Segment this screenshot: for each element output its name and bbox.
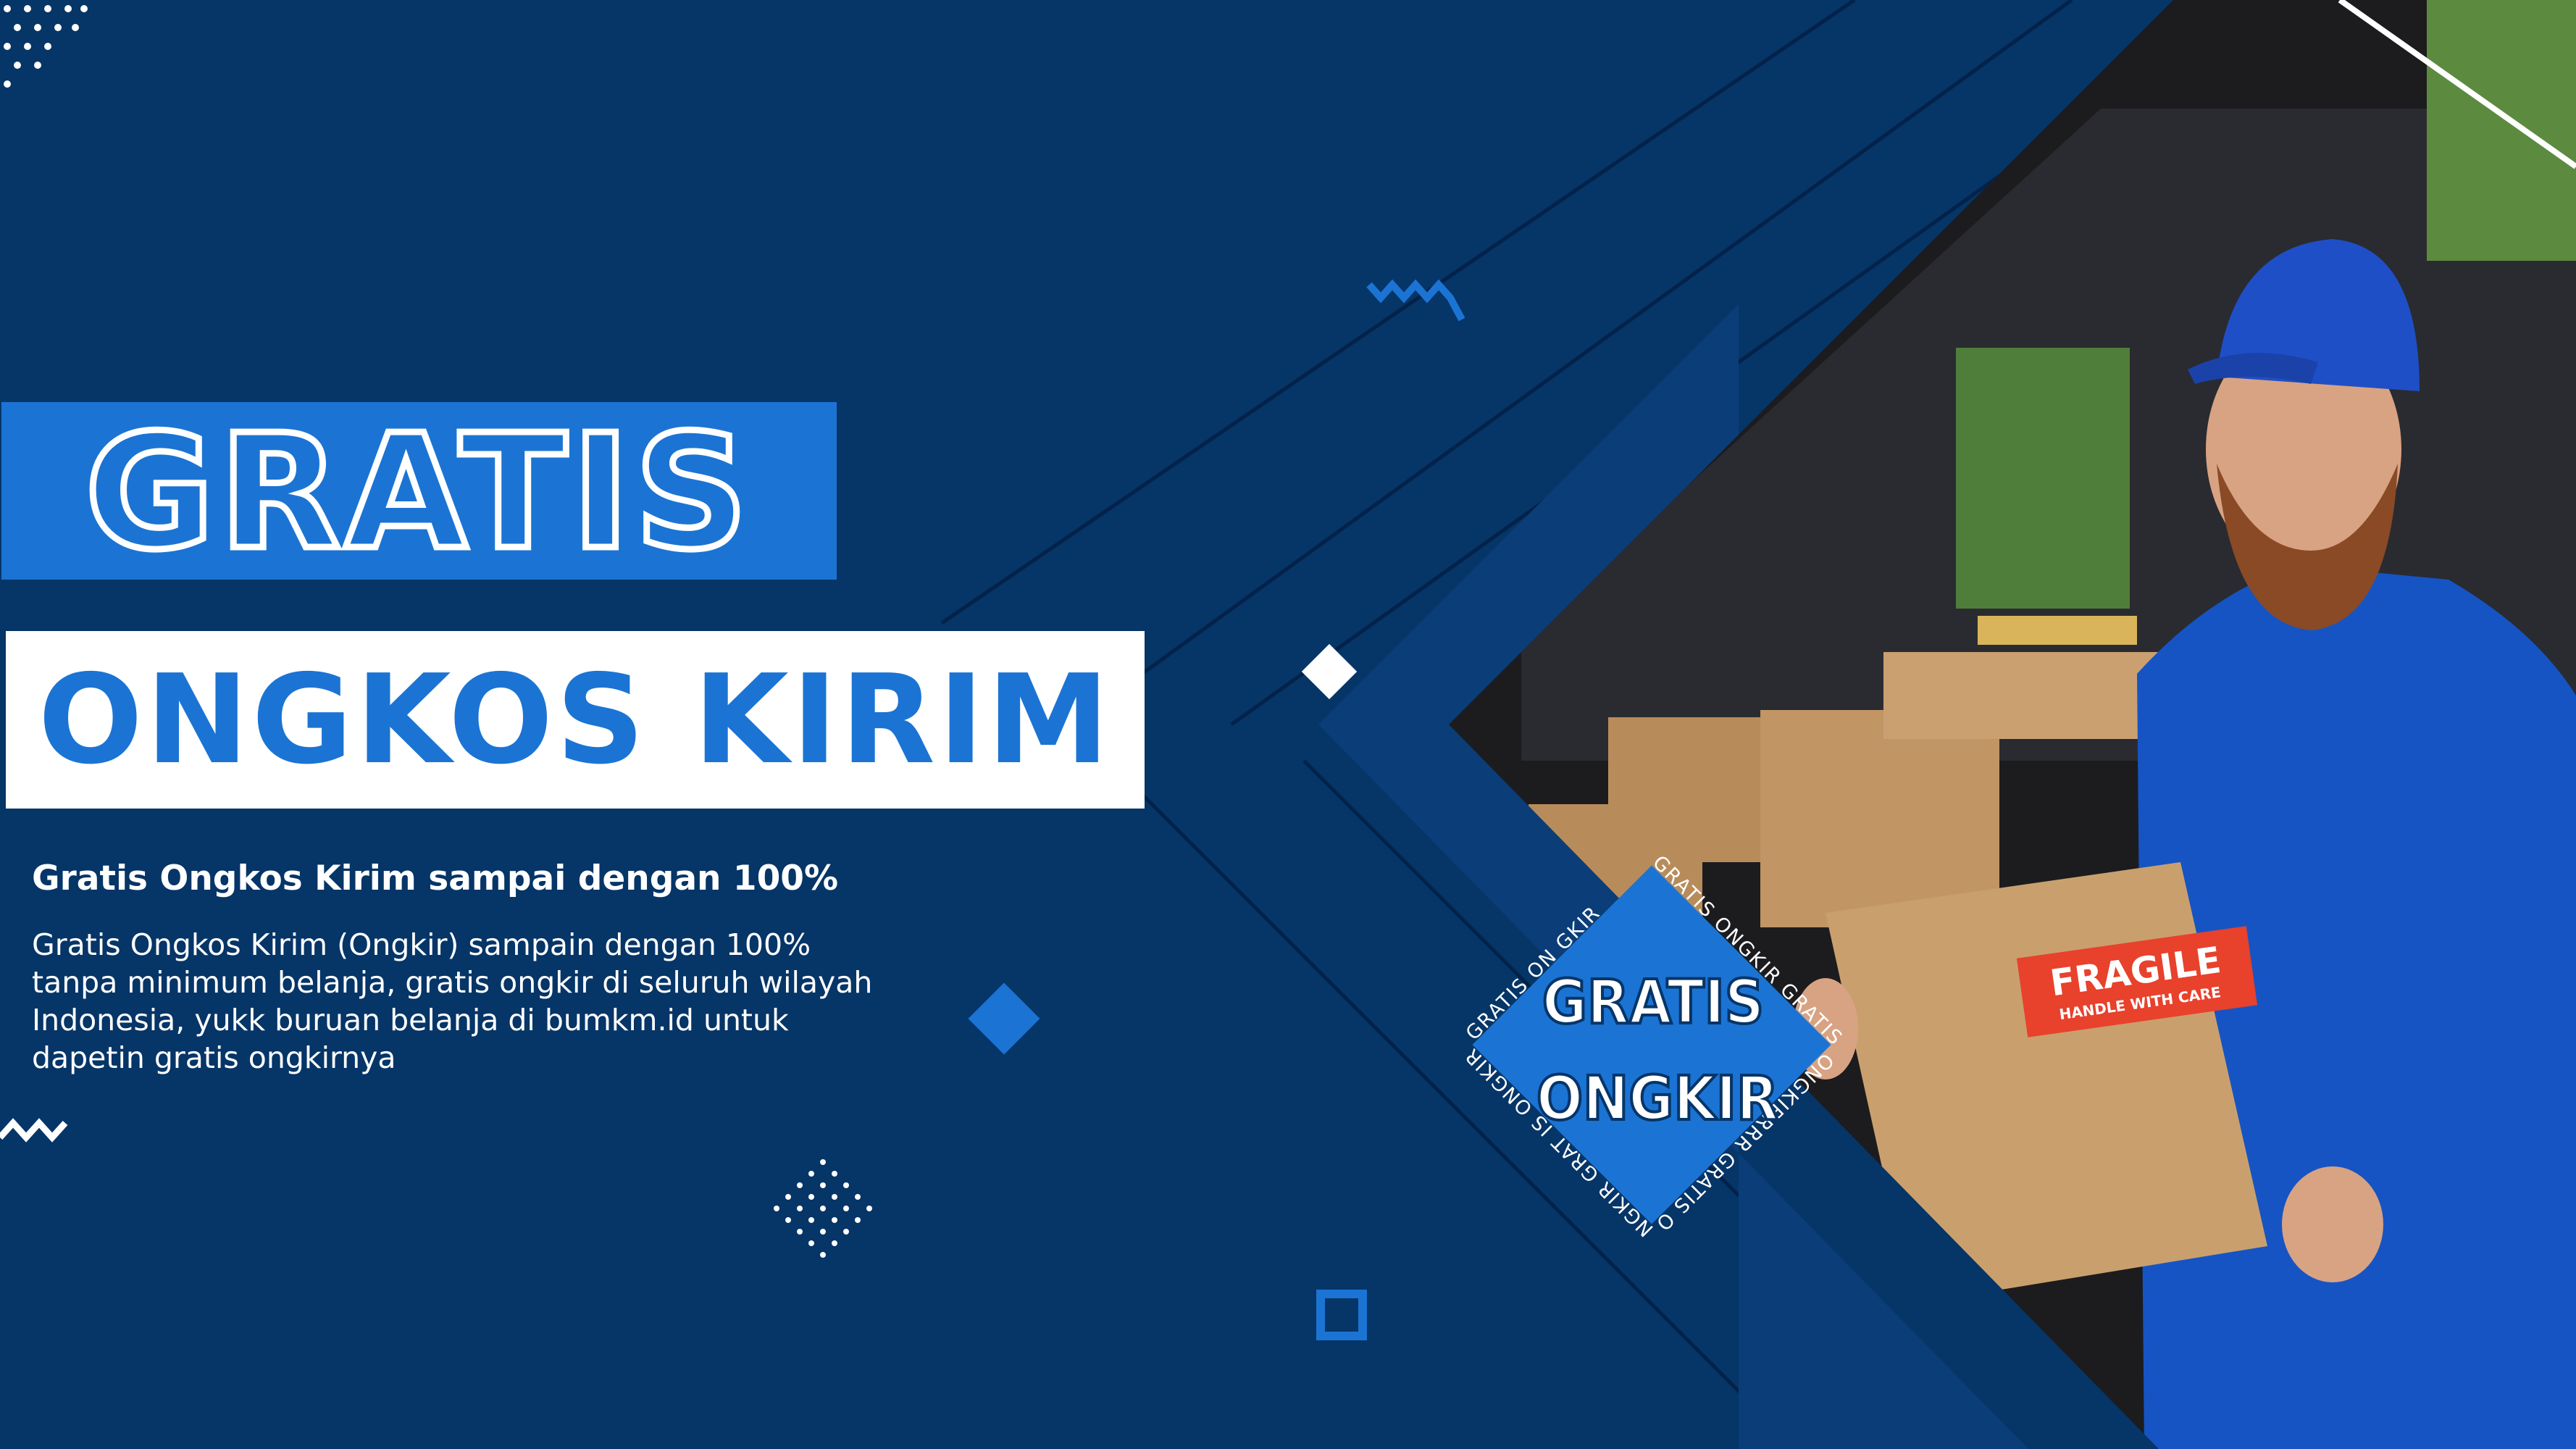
badge-line2: ONGKIR [1536,1063,1778,1134]
badge-diamond [1472,865,1831,1224]
badge-line1: GRATIS [1542,966,1764,1037]
gratis-ongkir-badge: GRATIS ONGKIR GRATIS ONGKIRRRR GRATIS ON… [1456,851,1845,1241]
banner: FRAGILE HANDLE WITH CARE GRATIS ONGKOS K… [0,0,2576,1449]
